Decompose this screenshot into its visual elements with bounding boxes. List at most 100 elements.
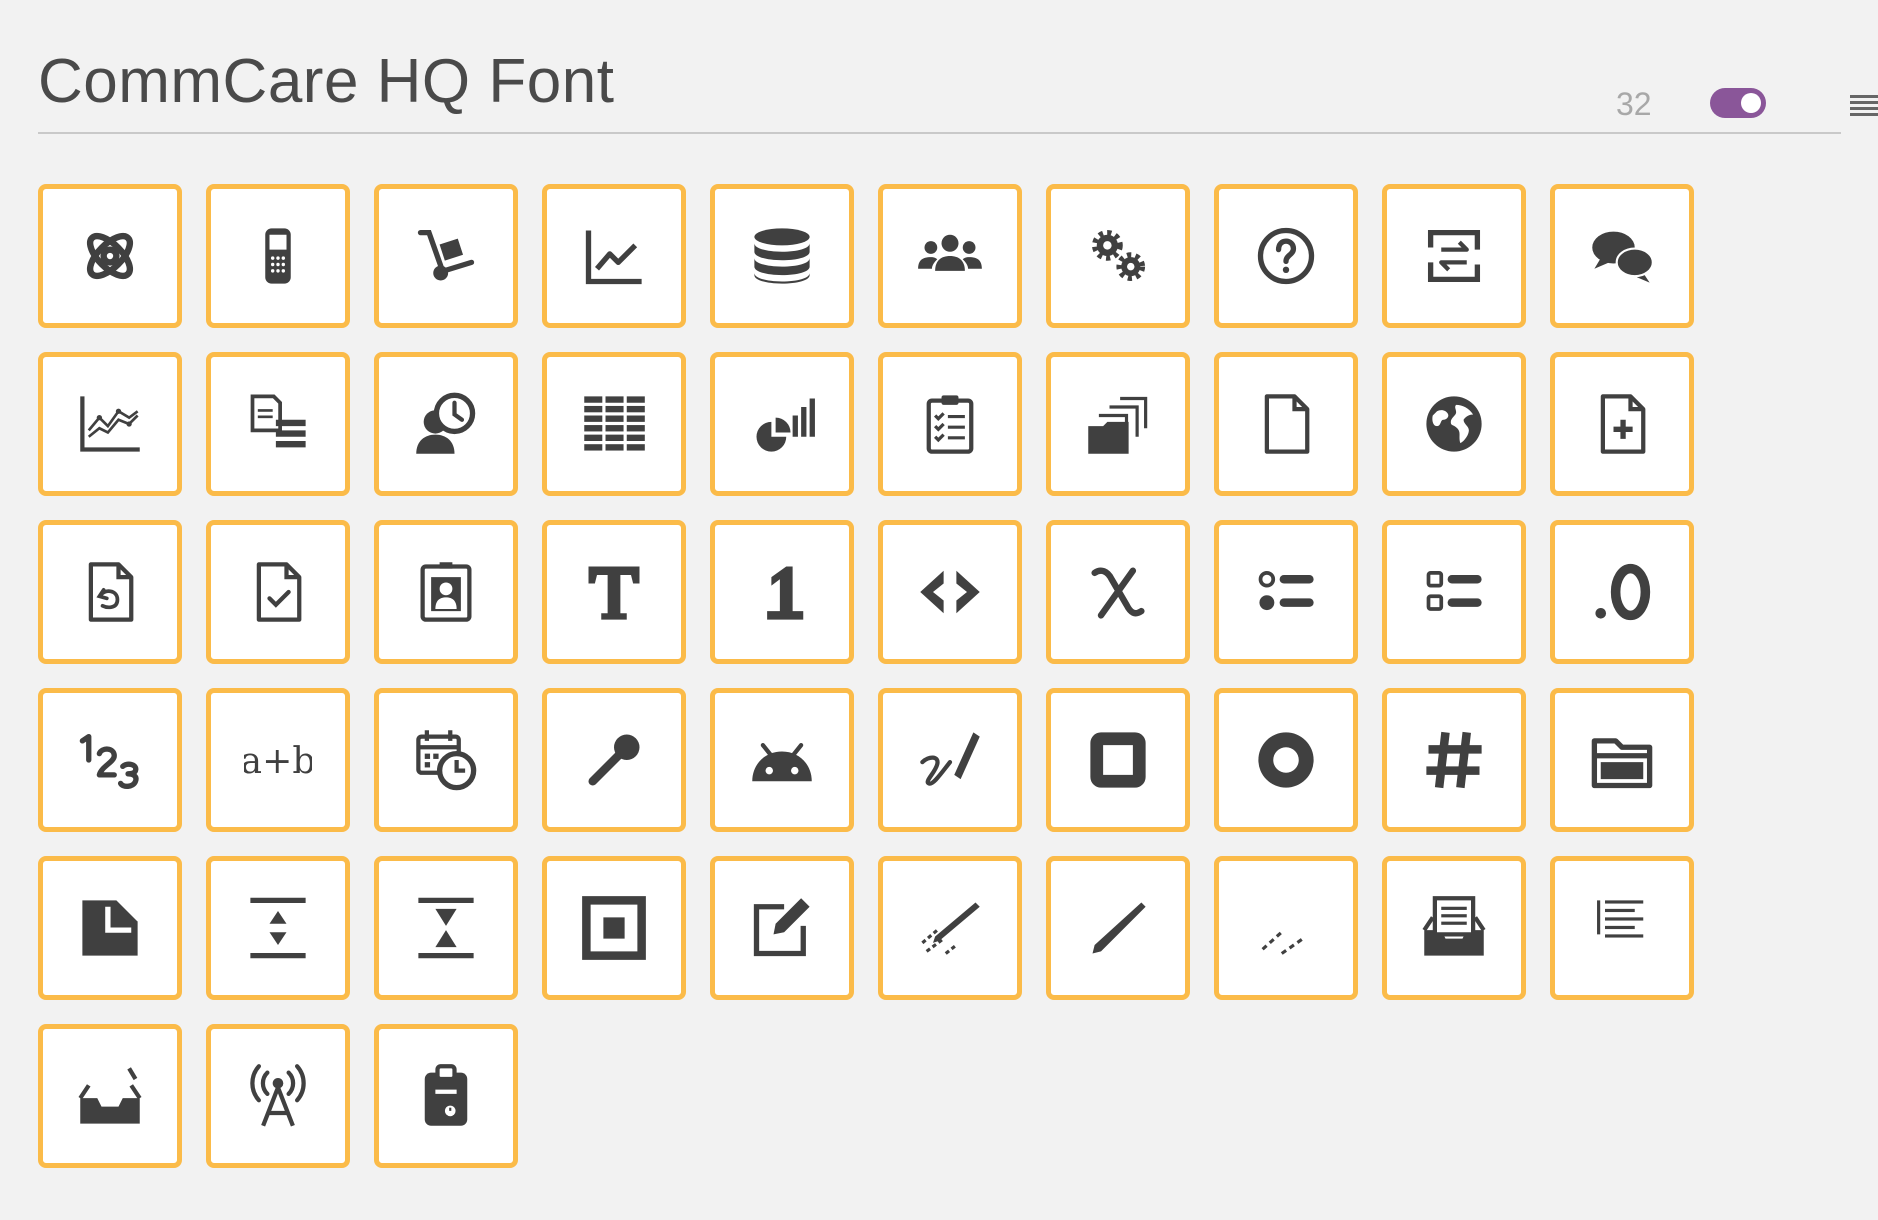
icon-tile[interactable]	[1046, 688, 1190, 832]
icon-tile[interactable]	[38, 688, 182, 832]
line-chart-icon	[580, 222, 648, 290]
gears-icon	[1084, 222, 1152, 290]
icon-tile[interactable]	[374, 1024, 518, 1168]
multi-pencil-icon	[916, 894, 984, 962]
return-document-icon	[76, 558, 144, 626]
calendar-clock-icon	[412, 726, 480, 794]
icon-tile[interactable]	[710, 352, 854, 496]
expand-vertical-icon	[244, 894, 312, 962]
collapse-vertical-icon	[412, 894, 480, 962]
icon-tile[interactable]	[206, 1024, 350, 1168]
flip-phone-icon	[244, 222, 312, 290]
icon-tile[interactable]	[1046, 352, 1190, 496]
icon-tile[interactable]	[1214, 184, 1358, 328]
android-icon	[748, 726, 816, 794]
id-card-icon	[412, 558, 480, 626]
icon-tile[interactable]	[878, 856, 1022, 1000]
icon-tile[interactable]	[1046, 856, 1190, 1000]
icon-tile[interactable]	[1382, 184, 1526, 328]
folder-stack-icon	[1084, 390, 1152, 458]
folded-page-icon	[76, 894, 144, 962]
hash-icon	[1420, 726, 1488, 794]
microphone-icon	[580, 726, 648, 794]
nested-square-icon	[580, 894, 648, 962]
broadcast-tower-icon	[244, 1062, 312, 1130]
icon-tile[interactable]	[1550, 688, 1694, 832]
icon-tile[interactable]	[1214, 520, 1358, 664]
menu-icon[interactable]	[1850, 95, 1878, 117]
icon-tile[interactable]	[542, 352, 686, 496]
icon-tile[interactable]	[1214, 688, 1358, 832]
circle-button-icon	[1252, 726, 1320, 794]
page-header: CommCare HQ Font 32	[38, 0, 1878, 134]
icon-tile[interactable]	[206, 184, 350, 328]
icon-tile[interactable]	[710, 184, 854, 328]
icon-tile[interactable]	[1382, 856, 1526, 1000]
icon-tile[interactable]	[542, 856, 686, 1000]
icon-tile[interactable]	[1550, 352, 1694, 496]
icon-tile[interactable]	[878, 688, 1022, 832]
icon-tile[interactable]	[1550, 184, 1694, 328]
icon-tile[interactable]	[38, 856, 182, 1000]
scatter-line-chart-icon	[76, 390, 144, 458]
globe-icon	[1420, 390, 1488, 458]
icon-tile[interactable]	[1382, 352, 1526, 496]
icon-tile[interactable]	[374, 184, 518, 328]
icon-tile[interactable]	[1214, 352, 1358, 496]
text-format-icon	[580, 558, 648, 626]
icon-tile[interactable]	[38, 352, 182, 496]
pie-bar-chart-icon	[748, 390, 816, 458]
icon-tile[interactable]	[878, 352, 1022, 496]
icon-tile[interactable]	[38, 1024, 182, 1168]
icon-tile[interactable]	[1550, 856, 1694, 1000]
icon-tile[interactable]	[1214, 856, 1358, 1000]
single-select-list-icon	[1252, 558, 1320, 626]
blank-document-icon	[1252, 390, 1320, 458]
icon-size-value: 32	[1616, 86, 1652, 122]
icon-tile[interactable]	[38, 184, 182, 328]
page-title: CommCare HQ Font	[38, 47, 615, 116]
user-clock-icon	[412, 390, 480, 458]
icon-tile[interactable]	[1382, 688, 1526, 832]
icon-tile[interactable]	[1382, 520, 1526, 664]
icon-tile[interactable]	[878, 184, 1022, 328]
clipboard-alert-icon	[412, 1062, 480, 1130]
icon-tile[interactable]	[1046, 520, 1190, 664]
help-circle-icon	[1252, 222, 1320, 290]
icon-tile[interactable]	[1046, 184, 1190, 328]
number-sequence-icon	[76, 726, 144, 794]
multi-select-list-icon	[1420, 558, 1488, 626]
integer-icon	[748, 558, 816, 626]
icon-tile[interactable]	[206, 520, 350, 664]
icon-tile[interactable]	[710, 520, 854, 664]
edit-note-icon	[748, 894, 816, 962]
icon-tile[interactable]	[374, 352, 518, 496]
icon-tile[interactable]	[206, 856, 350, 1000]
commcare-flower-icon	[76, 222, 144, 290]
icon-tile[interactable]	[374, 520, 518, 664]
display-toggle[interactable]	[1710, 88, 1766, 118]
database-icon	[748, 222, 816, 290]
icon-tile[interactable]	[542, 184, 686, 328]
icon-tile[interactable]	[710, 688, 854, 832]
icon-tile[interactable]: a+b	[206, 688, 350, 832]
icon-tile[interactable]	[542, 520, 686, 664]
icon-tile[interactable]	[542, 688, 686, 832]
icon-tile[interactable]	[1550, 520, 1694, 664]
icon-tile[interactable]	[38, 520, 182, 664]
text-lines-icon	[1588, 894, 1656, 962]
chi-symbol-icon	[1084, 558, 1152, 626]
pencil-line-icon	[1084, 894, 1152, 962]
toggle-knob	[1741, 93, 1761, 113]
document-list-icon	[244, 390, 312, 458]
table-grid-icon	[580, 390, 648, 458]
icon-tile[interactable]	[374, 688, 518, 832]
icon-tile[interactable]	[206, 352, 350, 496]
chat-bubbles-icon	[1588, 222, 1656, 290]
icon-tile[interactable]	[374, 856, 518, 1000]
data-exchange-icon	[1420, 222, 1488, 290]
icon-tile[interactable]	[878, 520, 1022, 664]
clipboard-checklist-icon	[916, 390, 984, 458]
icon-tile[interactable]	[710, 856, 854, 1000]
users-icon	[916, 222, 984, 290]
